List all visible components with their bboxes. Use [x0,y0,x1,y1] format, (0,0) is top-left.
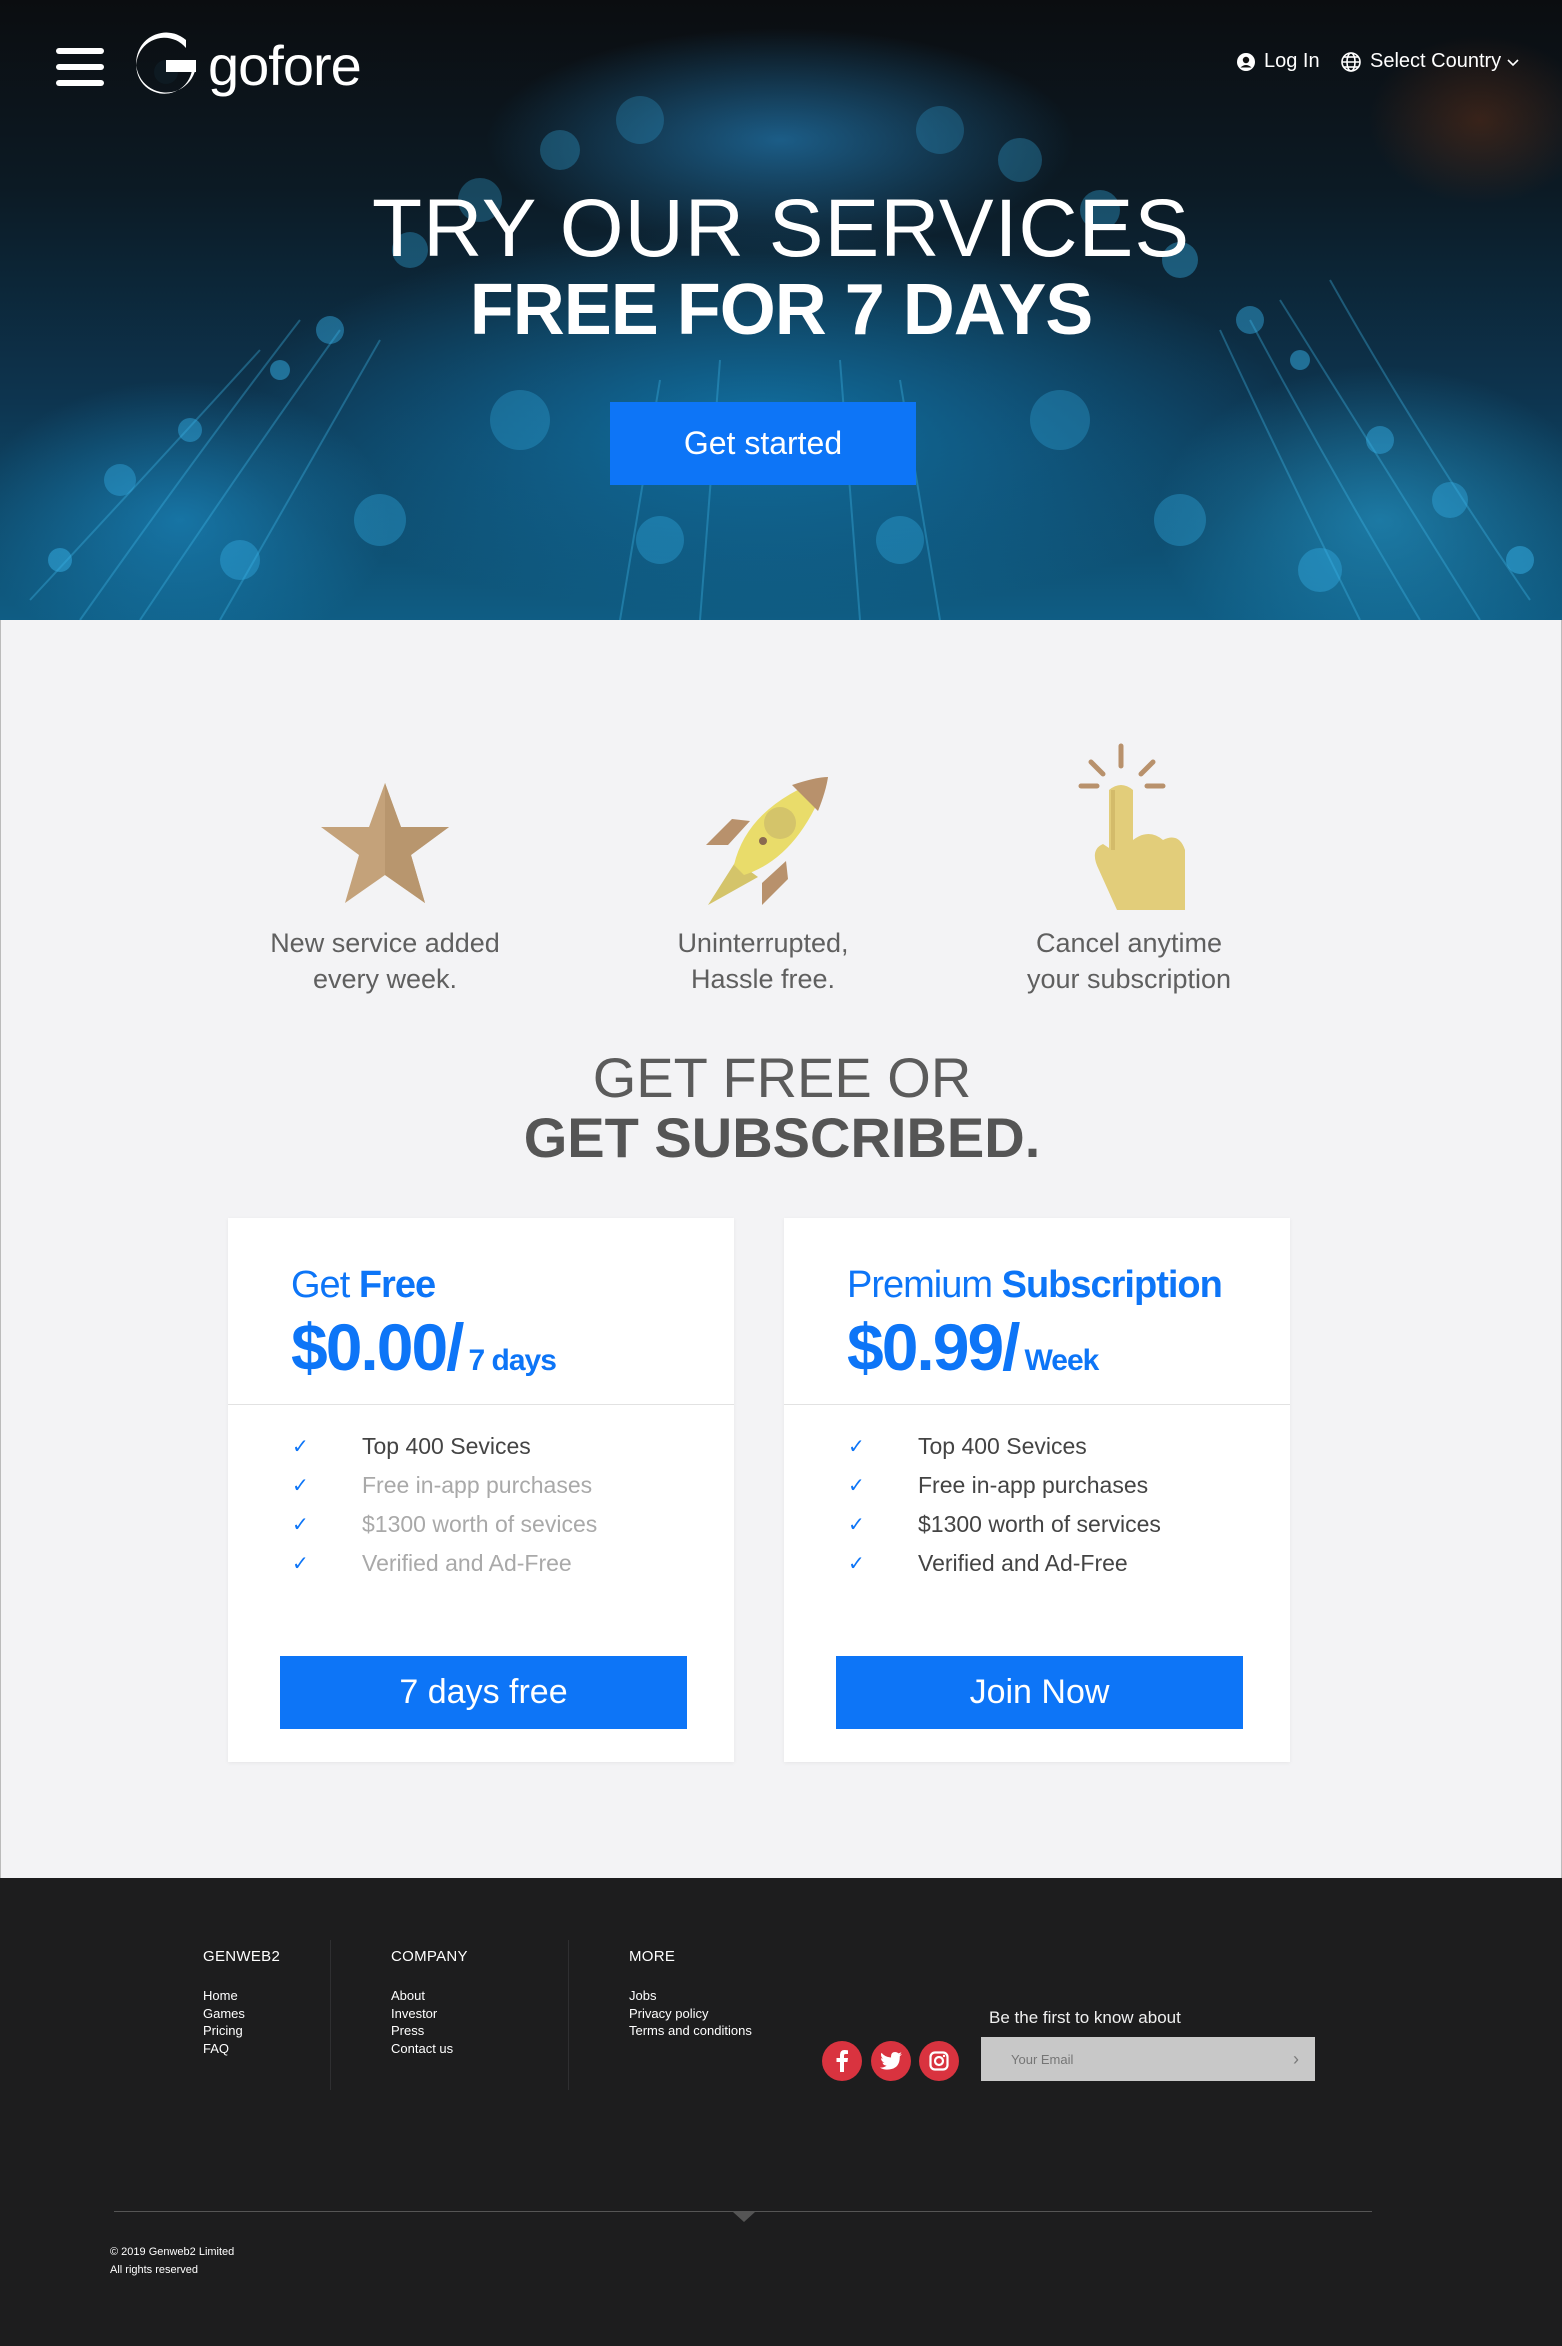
footer-column-heading: COMPANY [391,1948,468,1965]
plan-name: Premium Subscription [847,1264,1223,1306]
site-footer: GENWEB2 Home Games Pricing FAQ COMPANY A… [0,1878,1562,2346]
plan-name: Get Free [291,1264,436,1306]
chevron-right-icon[interactable]: › [1286,2048,1306,2070]
get-started-button[interactable]: Get started [610,402,916,485]
globe-icon [1341,51,1361,72]
hero-title-line1: TRY OUR SERVICES [371,183,1191,274]
free-trial-button[interactable]: 7 days free [280,1656,687,1729]
star-icon [321,783,449,903]
checkmark-icon: ✓ [848,1514,865,1536]
plan-feature-item: ✓ Top 400 Sevices [292,1433,531,1459]
plan-feature-item: ✓ $1300 worth of services [848,1511,1161,1537]
newsletter-label: Be the first to know about [989,2008,1181,2027]
rocket-icon [706,777,828,905]
plans-title-line1: GET FREE OR [592,1046,972,1109]
plan-header: Get Free $0.00/7 days [228,1218,734,1405]
copyright: © 2019 Genweb2 Limited All rights reserv… [110,2243,234,2279]
plan-price: $0.00/7 days [291,1310,557,1384]
footer-link-contact[interactable]: Contact us [391,2040,468,2058]
facebook-icon[interactable] [822,2041,862,2081]
footer-link-terms[interactable]: Terms and conditions [629,2022,752,2040]
footer-link-privacy[interactable]: Privacy policy [629,2005,752,2023]
footer-link-about[interactable]: About [391,1987,468,2005]
checkmark-icon: ✓ [292,1475,309,1497]
country-selector[interactable]: Select Country [1340,50,1519,73]
login-link[interactable]: Log In [1236,50,1320,73]
feature-text: Uninterrupted, Hassle free. [677,928,849,994]
hero-title-line2: FREE FOR 7 DAYS [469,270,1094,350]
footer-column-company: COMPANY About Investor Press Contact us [391,1948,468,2057]
instagram-icon[interactable] [919,2041,959,2081]
plan-card-free: Get Free $0.00/7 days ✓ Top 400 Sevices ✓… [228,1218,734,1762]
plan-feature-list: ✓ Top 400 Sevices ✓ Free in-app purchases … [228,1405,734,1583]
chevron-down-icon [1507,58,1519,66]
footer-link-home[interactable]: Home [203,1987,280,2005]
feature-cancel-anytime: Cancel anytime your subscription [979,740,1279,997]
footer-link-jobs[interactable]: Jobs [629,1987,752,2005]
footer-link-investor[interactable]: Investor [391,2005,468,2023]
rights-line: All rights reserved [110,2264,199,2276]
brand-name: gofore [208,34,362,97]
join-now-button[interactable]: Join Now [836,1656,1243,1729]
footer-column-heading: MORE [629,1948,676,1965]
top-navigation: gofore Log In Select Country [0,0,1562,130]
plan-feature-item: ✓ $1300 worth of sevices [292,1511,598,1537]
plan-feature-item: ✓ Verified and Ad-Free [848,1550,1128,1576]
tap-hand-icon [1078,743,1185,910]
features-and-plans: New service added every week. Uninterrupt… [0,620,1562,1878]
feature-text: Cancel anytime your subscription [1026,928,1232,994]
feature-uninterrupted: Uninterrupted, Hassle free. [613,740,913,997]
checkmark-icon: ✓ [848,1475,865,1497]
footer-link-games[interactable]: Games [203,2005,280,2023]
footer-column-heading: GENWEB2 [203,1948,281,1965]
feature-new-service: New service added every week. [235,740,535,997]
checkmark-icon: ✓ [848,1436,865,1458]
login-label: Log In [1264,50,1320,72]
plans-title-line2: GET SUBSCRIBED. [523,1106,1041,1169]
newsletter-email-input[interactable] [981,2037,1315,2081]
checkmark-icon: ✓ [848,1553,865,1575]
plan-card-premium: Premium Subscription $0.99/Week ✓ Top 400… [784,1218,1290,1762]
footer-link-press[interactable]: Press [391,2022,468,2040]
gofore-g-logo-icon [136,32,196,94]
brand-logo[interactable]: gofore [134,28,362,104]
footer-divider [568,1940,569,2090]
hamburger-menu-icon[interactable] [56,48,104,86]
footer-link-pricing[interactable]: Pricing [203,2022,280,2040]
feature-text: New service added every week. [270,928,500,994]
plan-feature-item: ✓ Verified and Ad-Free [292,1550,572,1576]
checkmark-icon: ✓ [292,1514,309,1536]
checkmark-icon: ✓ [292,1436,309,1458]
footer-column-genweb2: GENWEB2 Home Games Pricing FAQ [203,1948,280,2057]
copyright-line: © 2019 Genweb2 Limited [110,2246,235,2258]
plan-feature-list: ✓ Top 400 Sevices ✓ Free in-app purchases … [784,1405,1290,1583]
country-label: Select Country [1370,50,1502,72]
user-icon [1237,52,1255,71]
footer-column-more: MORE Jobs Privacy policy Terms and condi… [629,1948,752,2040]
twitter-icon[interactable] [871,2041,911,2081]
hero-banner: gofore Log In Select Country TRY OUR SER… [0,0,1562,620]
plan-feature-item: ✓ Free in-app purchases [848,1472,1149,1498]
caret-down-icon [733,2212,755,2222]
plan-feature-item: ✓ Top 400 Sevices [848,1433,1087,1459]
footer-divider [330,1940,331,2090]
plan-price: $0.99/Week [847,1310,1099,1384]
checkmark-icon: ✓ [292,1553,309,1575]
plan-feature-item: ✓ Free in-app purchases [292,1472,593,1498]
plan-header: Premium Subscription $0.99/Week [784,1218,1290,1405]
footer-link-faq[interactable]: FAQ [203,2040,280,2058]
